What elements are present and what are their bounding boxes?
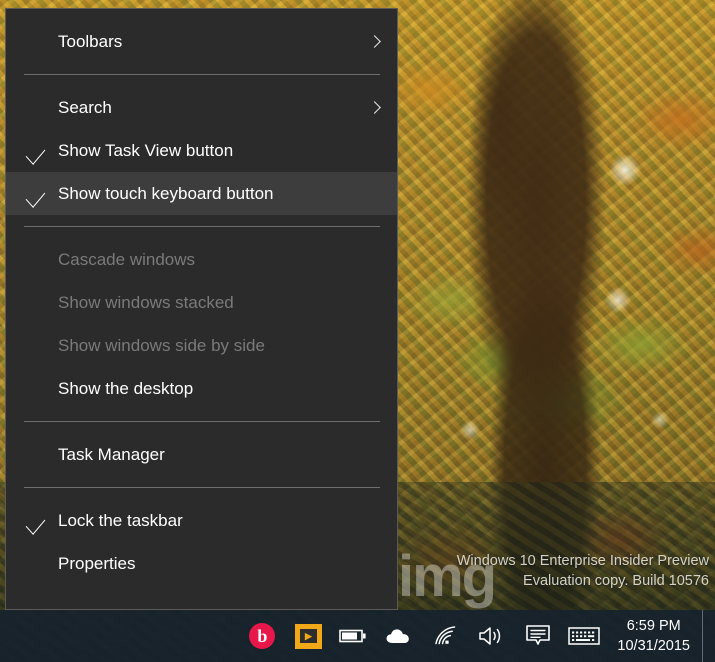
media-tile-shape: ▶ (294, 623, 322, 649)
onedrive-cloud-icon[interactable] (377, 610, 423, 662)
action-center-icon[interactable] (515, 610, 561, 662)
checkmark-icon (25, 511, 46, 535)
show-desktop-button[interactable] (702, 610, 709, 662)
menu-item-task-manager[interactable]: Task Manager (6, 433, 397, 476)
volume-speaker-icon[interactable] (469, 610, 515, 662)
menu-item-label: Lock the taskbar (58, 511, 183, 530)
taskbar-context-menu: Toolbars Search Show Task View button Sh… (5, 8, 398, 610)
menu-item-label: Show Task View button (58, 141, 234, 160)
menu-gap (6, 476, 397, 487)
taskbar: b ▶ 6:59 PM 10/31/2015 (0, 610, 715, 662)
menu-item-label: Show the desktop (58, 379, 194, 398)
menu-item-label: Toolbars (58, 32, 123, 51)
menu-item-label: Cascade windows (58, 250, 196, 269)
wifi-icon[interactable] (423, 610, 469, 662)
menu-item-show-windows-stacked: Show windows stacked (6, 281, 397, 324)
chevron-right-icon (368, 34, 381, 48)
checkmark-icon (25, 141, 46, 165)
media-tile-icon[interactable]: ▶ (285, 610, 331, 662)
chevron-right-icon (368, 100, 381, 114)
menu-item-label: Show windows stacked (58, 293, 234, 312)
clock[interactable]: 6:59 PM 10/31/2015 (607, 616, 702, 656)
menu-item-label: Show windows side by side (58, 336, 265, 355)
battery-icon[interactable] (331, 610, 377, 662)
menu-gap (6, 75, 397, 86)
menu-item-label: Task Manager (58, 445, 165, 464)
menu-item-show-touch-keyboard-button[interactable]: Show touch keyboard button (6, 172, 397, 215)
checkmark-icon (25, 184, 46, 208)
system-tray: b ▶ 6:59 PM 10/31/2015 (239, 610, 715, 662)
menu-item-cascade-windows: Cascade windows (6, 238, 397, 281)
menu-top-padding (6, 9, 397, 20)
menu-gap (6, 422, 397, 433)
menu-gap (6, 488, 397, 499)
touch-keyboard-icon[interactable] (561, 610, 607, 662)
menu-gap (6, 410, 397, 421)
clock-time: 6:59 PM (626, 618, 681, 634)
menu-item-search[interactable]: Search (6, 86, 397, 129)
menu-item-show-task-view-button[interactable]: Show Task View button (6, 129, 397, 172)
beats-audio-glyph: b (249, 623, 276, 649)
menu-gap (6, 63, 397, 74)
media-tile-glyph: ▶ (299, 629, 317, 643)
menu-item-label: Properties (58, 554, 136, 573)
screen: img Windows 10 Enterprise Insider Previe… (0, 0, 715, 662)
menu-item-lock-the-taskbar[interactable]: Lock the taskbar (6, 499, 397, 542)
menu-item-show-the-desktop[interactable]: Show the desktop (6, 367, 397, 410)
menu-item-label: Show touch keyboard button (58, 184, 274, 203)
menu-item-show-windows-side-by-side: Show windows side by side (6, 324, 397, 367)
menu-item-properties[interactable]: Properties (6, 542, 397, 585)
menu-gap (6, 215, 397, 226)
menu-gap (6, 227, 397, 238)
clock-date: 10/31/2015 (617, 638, 690, 654)
menu-item-toolbars[interactable]: Toolbars (6, 20, 397, 63)
beats-audio-icon[interactable]: b (239, 610, 285, 662)
menu-item-label: Search (58, 98, 112, 117)
